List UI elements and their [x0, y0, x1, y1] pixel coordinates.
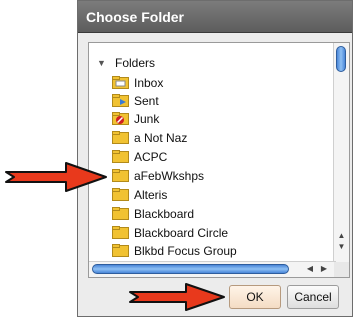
- tree-root-label: Folders: [115, 56, 156, 70]
- folder-label: ACPC: [134, 150, 168, 164]
- folder-label: Blackboard Circle: [134, 226, 229, 240]
- folder-icon: [112, 226, 129, 239]
- sent-folder-icon: [112, 94, 129, 107]
- horizontal-scroll-thumb[interactable]: [92, 264, 289, 274]
- scroll-right-icon[interactable]: ▶: [318, 263, 330, 275]
- ok-button[interactable]: OK: [229, 285, 281, 309]
- disclosure-triangle-icon[interactable]: ▼: [97, 55, 106, 71]
- folder-label: Blkbd Focus Group: [134, 244, 237, 258]
- vertical-scrollbar[interactable]: ▲ ▼: [333, 43, 349, 263]
- red-pointer-arrow-icon: [129, 283, 225, 311]
- dialog-title: Choose Folder: [78, 1, 352, 33]
- inbox-folder-icon: [112, 76, 129, 89]
- horizontal-scrollbar[interactable]: ◀ ▶: [89, 261, 336, 277]
- scroll-left-icon[interactable]: ◀: [304, 263, 316, 275]
- folder-label: Alteris: [134, 188, 168, 202]
- junk-folder-icon: [112, 112, 129, 125]
- cancel-button[interactable]: Cancel: [287, 285, 339, 309]
- folder-label: Inbox: [134, 76, 164, 90]
- scrollbar-corner: [334, 262, 349, 277]
- red-pointer-arrow-icon: [5, 162, 107, 192]
- folder-label: Junk: [134, 112, 160, 126]
- folder-label: Sent: [134, 94, 159, 108]
- folder-icon: [112, 169, 129, 182]
- scroll-up-icon[interactable]: ▲: [334, 231, 349, 241]
- folder-label: a Not Naz: [134, 131, 188, 145]
- choose-folder-dialog: Choose Folder ▼ Folders Inbox Sent Junk …: [77, 0, 353, 317]
- folder-icon: [112, 150, 129, 163]
- vertical-scroll-thumb[interactable]: [336, 46, 346, 72]
- folder-icon: [112, 131, 129, 144]
- folder-icon: [112, 244, 129, 257]
- folder-icon: [112, 188, 129, 201]
- scroll-down-icon[interactable]: ▼: [334, 242, 349, 252]
- folder-icon: [112, 207, 129, 220]
- folder-label: Blackboard: [134, 207, 195, 221]
- folder-label: aFebWkshps: [134, 169, 205, 183]
- folder-tree[interactable]: ▼ Folders Inbox Sent Junk a Not Naz ACPC…: [88, 42, 350, 278]
